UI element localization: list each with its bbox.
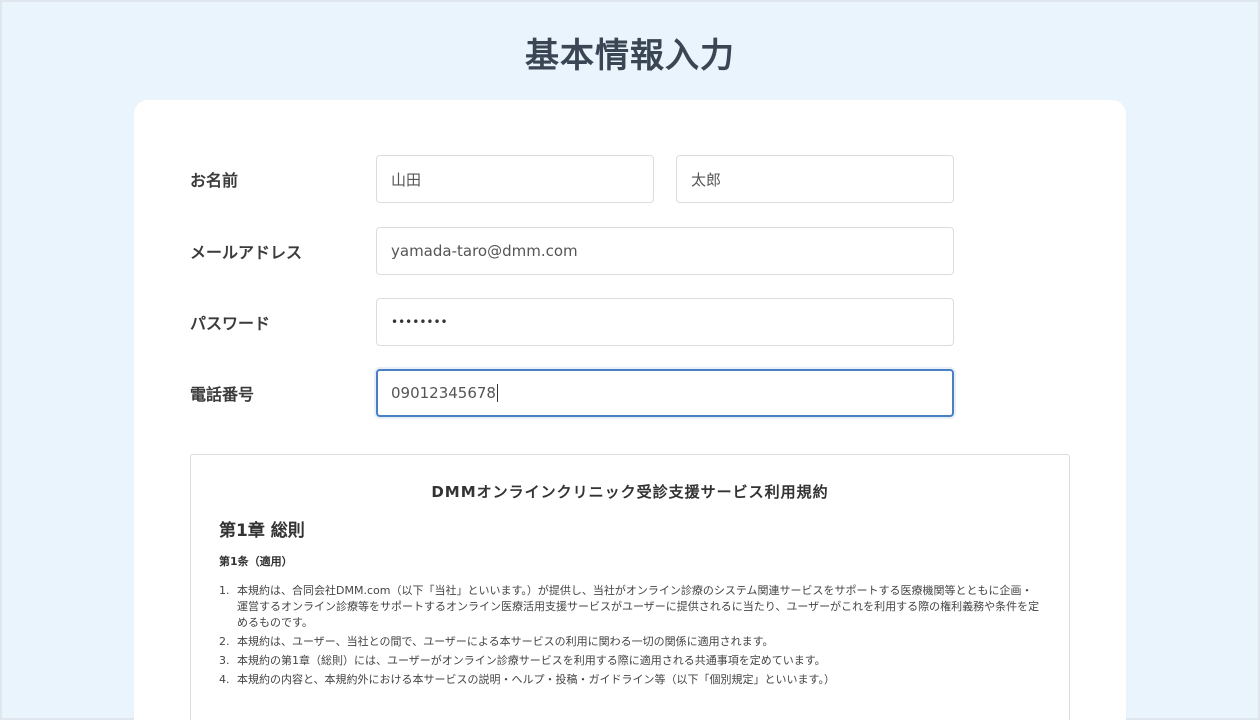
terms-title: DMMオンラインクリニック受診支援サービス利用規約 bbox=[431, 483, 829, 501]
terms-chapter-heading: 第1章 総則 bbox=[219, 521, 305, 541]
terms-item-text: 本規約は、合同会社DMM.com（以下「当社」といいます。）が提供し、当社がオン… bbox=[237, 584, 1040, 629]
first-name-input[interactable]: 太郎 bbox=[676, 155, 954, 203]
terms-item-number: 3. bbox=[219, 654, 230, 667]
terms-item-text: 本規約の第1章（総則）には、ユーザーがオンライン診療サービスを利用する際に適用さ… bbox=[237, 654, 826, 667]
terms-item: 3. 本規約の第1章（総則）には、ユーザーがオンライン診療サービスを利用する際に… bbox=[219, 653, 1041, 669]
phone-input[interactable]: 09012345678 bbox=[376, 369, 954, 417]
form-card: お名前 山田 太郎 メールアドレス yamada-taro@dmm.com パス… bbox=[134, 100, 1126, 720]
terms-item-text: 本規約の内容と、本規約外における本サービスの説明・ヘルプ・投稿・ガイドライン等（… bbox=[237, 673, 835, 686]
password-input[interactable]: •••••••• bbox=[376, 298, 954, 346]
email-input[interactable]: yamada-taro@dmm.com bbox=[376, 227, 954, 275]
terms-box[interactable]: DMMオンラインクリニック受診支援サービス利用規約 第1章 総則 第1条（適用）… bbox=[190, 454, 1070, 720]
text-caret bbox=[496, 384, 498, 402]
terms-item: 1. 本規約は、合同会社DMM.com（以下「当社」といいます。）が提供し、当社… bbox=[219, 583, 1041, 631]
terms-article-heading: 第1条（適用） bbox=[219, 555, 293, 568]
last-name-input[interactable]: 山田 bbox=[376, 155, 654, 203]
password-label: パスワード bbox=[190, 314, 271, 333]
password-value: •••••••• bbox=[391, 315, 448, 329]
name-label: お名前 bbox=[190, 171, 239, 190]
email-value: yamada-taro@dmm.com bbox=[391, 242, 578, 260]
terms-item-number: 1. bbox=[219, 584, 230, 597]
terms-item-text: 本規約は、ユーザー、当社との間で、ユーザーによる本サービスの利用に関わる一切の関… bbox=[237, 635, 774, 648]
password-row: パスワード •••••••• bbox=[190, 297, 954, 347]
first-name-value: 太郎 bbox=[691, 170, 722, 189]
terms-item-number: 4. bbox=[219, 673, 230, 686]
terms-item: 2. 本規約は、ユーザー、当社との間で、ユーザーによる本サービスの利用に関わる一… bbox=[219, 634, 1041, 650]
name-row: お名前 山田 太郎 bbox=[190, 154, 954, 204]
terms-item: 4. 本規約の内容と、本規約外における本サービスの説明・ヘルプ・投稿・ガイドライ… bbox=[219, 672, 1041, 688]
last-name-value: 山田 bbox=[391, 170, 422, 189]
email-row: メールアドレス yamada-taro@dmm.com bbox=[190, 226, 954, 276]
phone-row: 電話番号 09012345678 bbox=[190, 368, 954, 418]
page-title: 基本情報入力 bbox=[525, 36, 735, 76]
terms-list: 1. 本規約は、合同会社DMM.com（以下「当社」といいます。）が提供し、当社… bbox=[219, 583, 1041, 688]
terms-item-number: 2. bbox=[219, 635, 230, 648]
phone-value: 09012345678 bbox=[391, 384, 496, 402]
phone-label: 電話番号 bbox=[190, 385, 255, 404]
email-label: メールアドレス bbox=[190, 243, 303, 262]
